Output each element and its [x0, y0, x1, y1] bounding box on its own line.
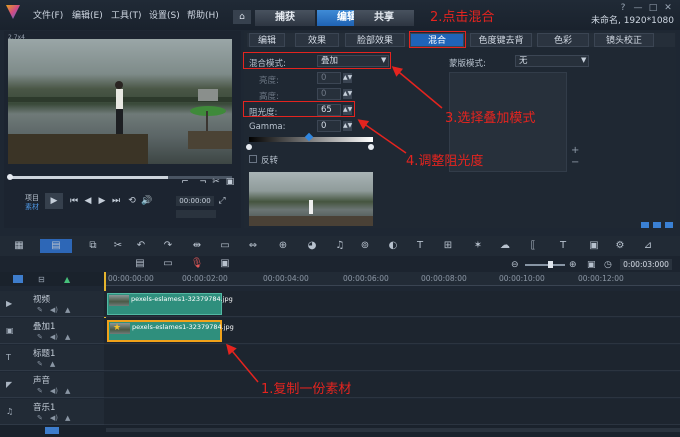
- arrow-step-1: [226, 343, 259, 383]
- arrow-step-3: [391, 66, 443, 109]
- arrow-step-4: [357, 119, 407, 154]
- video-editor-window: 文件(F) 编辑(E) 工具(T) 设置(S) 帮助(H) ? — □ ✕ 未命…: [0, 0, 680, 437]
- annotation-arrows: [226, 66, 443, 383]
